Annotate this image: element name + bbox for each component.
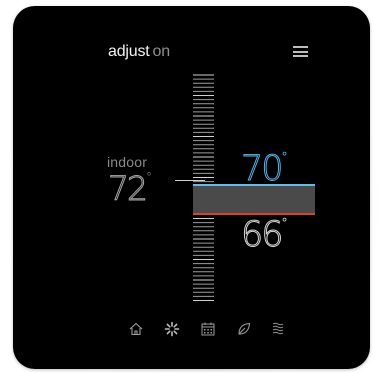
mode-title: adjust on: [108, 43, 170, 61]
leaf-icon[interactable]: [235, 320, 253, 338]
thermostat-screen: adjust on indoor 72° 70° 66°: [13, 6, 370, 369]
heat-waves-icon[interactable]: [269, 320, 287, 338]
indoor-label: indoor: [107, 154, 148, 170]
hamburger-menu-icon[interactable]: [293, 46, 308, 57]
home-icon[interactable]: [127, 320, 145, 338]
bottom-nav: [113, 320, 284, 340]
title-adjust: adjust: [108, 43, 150, 60]
schedule-icon[interactable]: [199, 320, 217, 338]
fan-icon[interactable]: [163, 320, 181, 338]
title-status: on: [152, 43, 171, 60]
indoor-temperature: 72°: [108, 169, 153, 209]
cool-setpoint-value: 70°: [241, 149, 288, 190]
indoor-indicator-line: [175, 180, 205, 181]
heat-setpoint-value: 66°: [241, 215, 288, 256]
